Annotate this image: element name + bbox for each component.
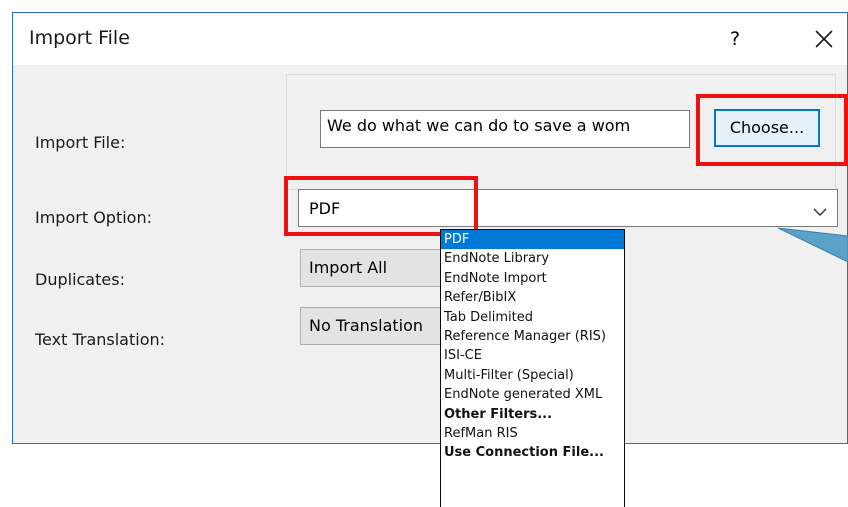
chevron-down-icon (813, 202, 827, 221)
option-endnote-library[interactable]: EndNote Library (441, 249, 624, 268)
option-refer-bibix[interactable]: Refer/BibIX (441, 288, 624, 307)
callout-pointer (778, 227, 848, 263)
option-tab-delimited[interactable]: Tab Delimited (441, 308, 624, 327)
highlight-option-box (284, 176, 478, 236)
import-file-label: Import File: (35, 133, 126, 152)
close-icon[interactable] (808, 23, 840, 55)
option-reference-manager-ris[interactable]: Reference Manager (RIS) (441, 327, 624, 346)
option-other-filters[interactable]: Other Filters... (441, 405, 624, 424)
import-option-label: Import Option: (35, 208, 152, 227)
help-button[interactable]: ? (723, 25, 747, 53)
option-multi-filter[interactable]: Multi-Filter (Special) (441, 366, 624, 385)
import-file-input[interactable]: We do what we can do to save a wom (320, 110, 690, 148)
title-bar: Import File ? (13, 13, 847, 65)
text-translation-label: Text Translation: (35, 330, 166, 349)
text-translation-select[interactable]: No Translation (300, 307, 442, 345)
option-refman-ris[interactable]: RefMan RIS (441, 424, 624, 443)
import-option-dropdown[interactable]: PDF EndNote Library EndNote Import Refer… (440, 229, 625, 507)
highlight-choose-box (696, 94, 848, 166)
duplicates-select[interactable]: Import All (300, 249, 442, 287)
duplicates-label: Duplicates: (35, 270, 125, 289)
dialog-title: Import File (29, 27, 130, 49)
option-endnote-import[interactable]: EndNote Import (441, 269, 624, 288)
option-isi-ce[interactable]: ISI-CE (441, 346, 624, 365)
option-endnote-xml[interactable]: EndNote generated XML (441, 385, 624, 404)
option-use-connection-file[interactable]: Use Connection File... (441, 443, 624, 462)
option-pdf[interactable]: PDF (441, 230, 624, 250)
